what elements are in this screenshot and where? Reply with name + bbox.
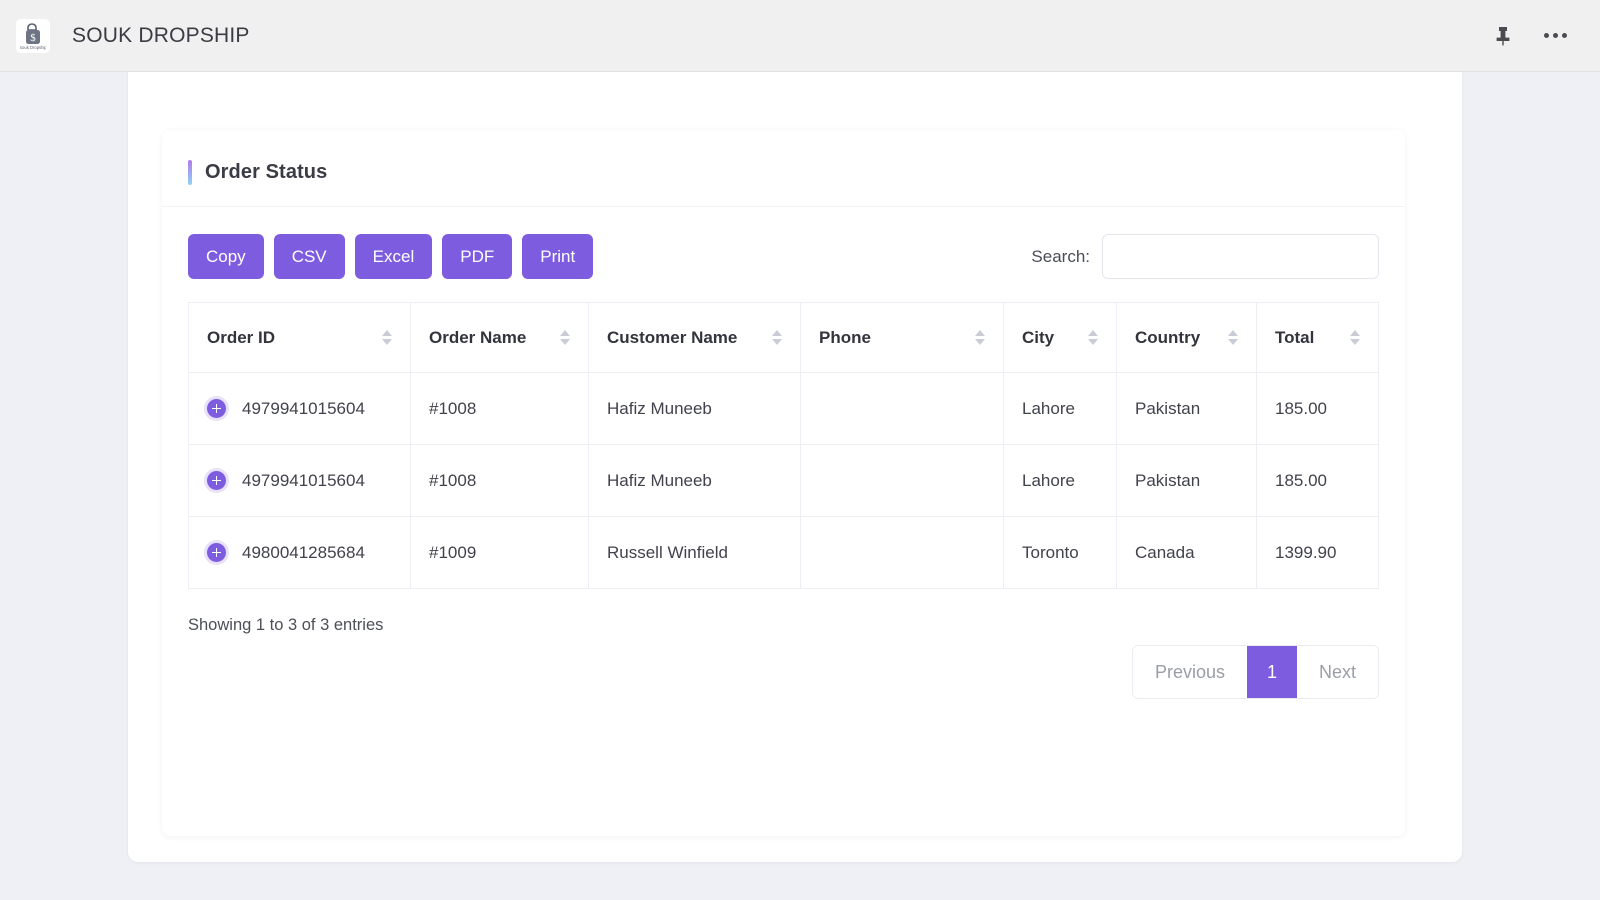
expand-row-icon[interactable] xyxy=(207,543,226,562)
column-label: Total xyxy=(1275,327,1315,347)
table-row: 4979941015604 #1008 Hafiz Muneeb Lahore … xyxy=(188,372,1379,445)
cell-phone xyxy=(800,516,1004,589)
sort-toggle-icon[interactable] xyxy=(1228,330,1238,345)
expand-row-icon[interactable] xyxy=(207,399,226,418)
column-header-customer-name[interactable]: Customer Name xyxy=(588,302,801,373)
order-id-value: 4979941015604 xyxy=(242,470,365,490)
app-titlebar: $ Souk Dropship SOUK DROPSHIP xyxy=(0,0,1600,72)
column-label: City xyxy=(1022,327,1055,347)
cell-customer-name: Hafiz Muneeb xyxy=(588,444,801,517)
sort-toggle-icon[interactable] xyxy=(1088,330,1098,345)
cell-order-name: #1008 xyxy=(410,372,589,445)
more-dot xyxy=(1552,33,1558,38)
column-header-country[interactable]: Country xyxy=(1116,302,1257,373)
sort-toggle-icon[interactable] xyxy=(772,330,782,345)
pdf-button[interactable]: PDF xyxy=(442,234,513,279)
app-title: SOUK DROPSHIP xyxy=(72,23,250,47)
panel-header: Order Status xyxy=(162,130,1405,185)
cell-customer-name: Russell Winfield xyxy=(588,516,801,589)
order-status-panel: Order Status Copy CSV Excel PDF Print Se… xyxy=(162,130,1405,836)
cell-phone xyxy=(800,444,1004,517)
more-options-icon[interactable] xyxy=(1538,19,1572,53)
table-header-row: Order ID Order Name Customer Name Phone … xyxy=(188,302,1379,373)
panel-accent-bar xyxy=(188,160,192,185)
table-footer: Showing 1 to 3 of 3 entries Previous 1 N… xyxy=(188,610,1379,710)
app-logo-icon: $ Souk Dropship xyxy=(16,18,50,53)
pagination: Previous 1 Next xyxy=(1131,645,1379,699)
csv-button[interactable]: CSV xyxy=(273,234,345,279)
sort-toggle-icon[interactable] xyxy=(382,330,392,345)
more-dot xyxy=(1561,33,1567,38)
table-row: 4980041285684 #1009 Russell Winfield Tor… xyxy=(188,516,1379,589)
cell-order-name: #1008 xyxy=(410,444,589,517)
table-head: Order ID Order Name Customer Name Phone … xyxy=(188,302,1379,373)
pagination-page-1[interactable]: 1 xyxy=(1246,646,1297,698)
cell-total: 185.00 xyxy=(1256,444,1379,517)
search-input[interactable] xyxy=(1102,234,1379,279)
search-control: Search: xyxy=(1031,234,1379,279)
cell-phone xyxy=(800,372,1004,445)
table-toolbar: Copy CSV Excel PDF Print Search: xyxy=(188,207,1379,279)
pushpin-icon[interactable] xyxy=(1486,19,1520,53)
column-label: Customer Name xyxy=(607,327,738,347)
cell-country: Pakistan xyxy=(1116,372,1257,445)
entries-info: Showing 1 to 3 of 3 entries xyxy=(188,616,384,634)
column-label: Phone xyxy=(819,327,871,347)
cell-country: Pakistan xyxy=(1116,444,1257,517)
panel-body: Copy CSV Excel PDF Print Search: Order I… xyxy=(162,207,1405,710)
cell-total: 185.00 xyxy=(1256,372,1379,445)
column-label: Country xyxy=(1135,327,1201,347)
cell-total: 1399.90 xyxy=(1256,516,1379,589)
sort-toggle-icon[interactable] xyxy=(560,330,570,345)
excel-button[interactable]: Excel xyxy=(354,234,433,279)
sort-toggle-icon[interactable] xyxy=(1350,330,1360,345)
cell-customer-name: Hafiz Muneeb xyxy=(588,372,801,445)
cell-city: Lahore xyxy=(1003,372,1117,445)
cell-order-id: 4979941015604 xyxy=(188,372,411,445)
cell-city: Toronto xyxy=(1003,516,1117,589)
column-header-total[interactable]: Total xyxy=(1256,302,1379,373)
order-status-table: Order ID Order Name Customer Name Phone … xyxy=(188,302,1379,589)
search-label: Search: xyxy=(1031,246,1090,266)
expand-row-icon[interactable] xyxy=(207,471,226,490)
copy-button[interactable]: Copy xyxy=(188,234,264,279)
cell-order-id: 4980041285684 xyxy=(188,516,411,589)
cell-city: Lahore xyxy=(1003,444,1117,517)
column-header-order-name[interactable]: Order Name xyxy=(410,302,589,373)
sort-toggle-icon[interactable] xyxy=(975,330,985,345)
cell-order-name: #1009 xyxy=(410,516,589,589)
svg-text:Souk Dropship: Souk Dropship xyxy=(20,45,46,50)
cell-country: Canada xyxy=(1116,516,1257,589)
pagination-previous[interactable]: Previous xyxy=(1132,646,1247,698)
print-button[interactable]: Print xyxy=(522,234,594,279)
column-label: Order ID xyxy=(207,327,276,347)
column-header-phone[interactable]: Phone xyxy=(800,302,1004,373)
order-id-value: 4980041285684 xyxy=(242,542,365,562)
order-id-value: 4979941015604 xyxy=(242,398,365,418)
svg-text:$: $ xyxy=(30,32,36,44)
more-dot xyxy=(1543,33,1549,38)
table-row: 4979941015604 #1008 Hafiz Muneeb Lahore … xyxy=(188,444,1379,517)
page-card: Order Status Copy CSV Excel PDF Print Se… xyxy=(128,72,1462,862)
pagination-next[interactable]: Next xyxy=(1296,646,1378,698)
column-label: Order Name xyxy=(429,327,527,347)
page-title: Order Status xyxy=(205,161,328,183)
column-header-order-id[interactable]: Order ID xyxy=(188,302,411,373)
export-button-group: Copy CSV Excel PDF Print xyxy=(188,234,594,279)
column-header-city[interactable]: City xyxy=(1003,302,1117,373)
cell-order-id: 4979941015604 xyxy=(188,444,411,517)
table-body: 4979941015604 #1008 Hafiz Muneeb Lahore … xyxy=(188,372,1379,589)
